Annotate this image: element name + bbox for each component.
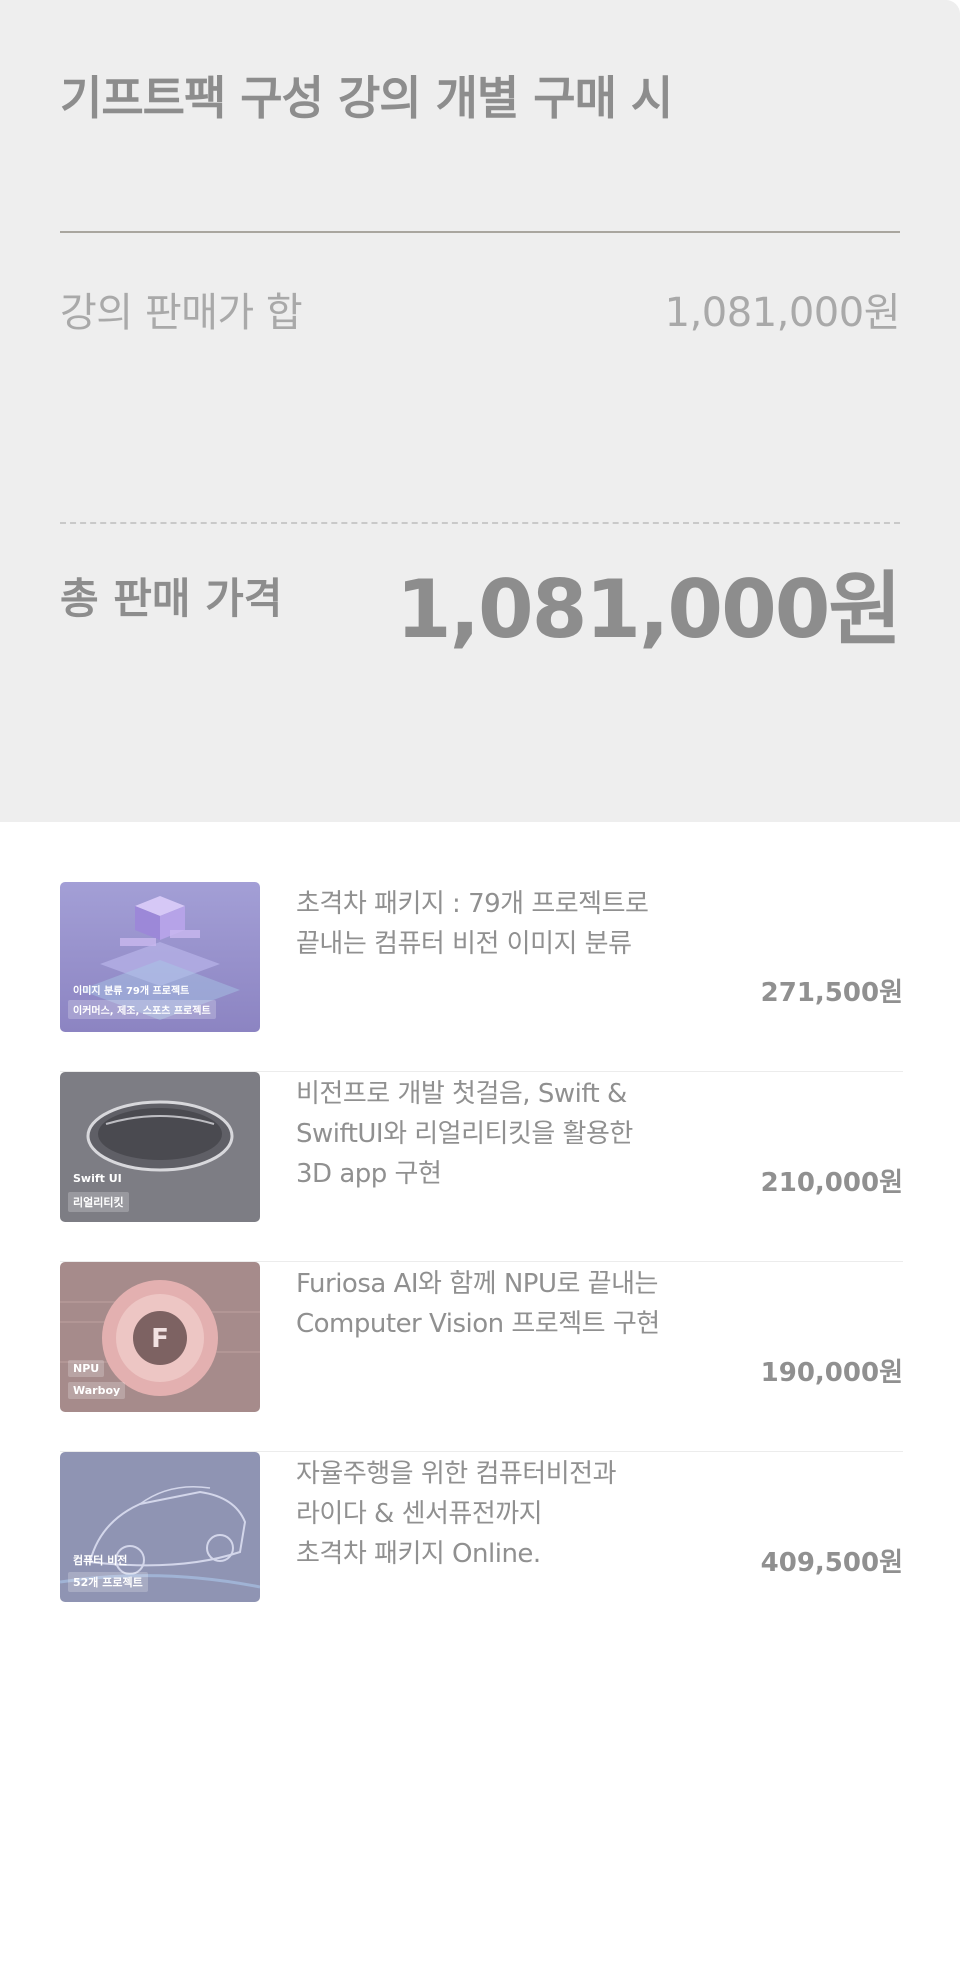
course-title-line: 초격차 패키지 : 79개 프로젝트로 bbox=[296, 889, 649, 919]
course-title-line: 자율주행을 위한 컴퓨터비전과 bbox=[296, 1459, 617, 1489]
course-title-line: 끝내는 컴퓨터 비전 이미지 분류 bbox=[296, 929, 632, 959]
subtotal-label: 강의 판매가 합 bbox=[60, 290, 303, 336]
course-title-line: SwiftUI와 리얼리티킷을 활용한 bbox=[296, 1119, 633, 1149]
subtotal-value: 1,081,000원 bbox=[664, 290, 901, 336]
thumbnail-tag: Warboy bbox=[68, 1382, 126, 1399]
thumbnail-tag: NPU bbox=[68, 1360, 105, 1377]
course-thumbnail: Swift UI 리얼리티킷 bbox=[60, 1072, 260, 1222]
thumbnail-tag: 리얼리티킷 bbox=[68, 1192, 129, 1212]
thumbnail-tag: 52개 프로젝트 bbox=[68, 1572, 148, 1592]
course-thumbnail: 컴퓨터 비전 52개 프로젝트 bbox=[60, 1452, 260, 1602]
course-title-line: Computer Vision 프로젝트 구현 bbox=[296, 1309, 660, 1339]
summary-title: 기프트팩 구성 강의 개별 구매 시 bbox=[60, 71, 673, 125]
course-title: 자율주행을 위한 컴퓨터비전과 라이다 & 센서퓨전까지 초격차 패키지 Onl… bbox=[296, 1454, 696, 1574]
course-price: 409,500원 bbox=[760, 1548, 903, 1578]
course-title-line: 초격차 패키지 Online. bbox=[296, 1539, 541, 1569]
thumbnail-tag: 이커머스, 제조, 스포츠 프로젝트 bbox=[68, 1000, 216, 1019]
course-price: 190,000원 bbox=[760, 1358, 903, 1388]
summary-divider bbox=[60, 231, 900, 233]
price-summary-panel: 기프트팩 구성 강의 개별 구매 시 강의 판매가 합 1,081,000원 총… bbox=[0, 0, 960, 822]
thumbnail-tag: Swift UI bbox=[73, 1172, 122, 1185]
course-item[interactable]: Swift UI 리얼리티킷 비전프로 개발 첫걸음, Swift & Swif… bbox=[60, 1072, 903, 1262]
course-title-line: Furiosa AI와 함께 NPU로 끝내는 bbox=[296, 1269, 658, 1299]
thumbnail-tag: 이미지 분류 79개 프로젝트 bbox=[73, 986, 190, 997]
course-thumbnail: F NPU Warboy bbox=[60, 1262, 260, 1412]
course-title: 초격차 패키지 : 79개 프로젝트로 끝내는 컴퓨터 비전 이미지 분류 bbox=[296, 884, 696, 964]
course-thumbnail: 이미지 분류 79개 프로젝트 이커머스, 제조, 스포츠 프로젝트 bbox=[60, 882, 260, 1032]
total-label: 총 판매 가격 bbox=[60, 574, 283, 623]
total-divider bbox=[60, 522, 900, 524]
course-item[interactable]: 이미지 분류 79개 프로젝트 이커머스, 제조, 스포츠 프로젝트 초격차 패… bbox=[60, 882, 903, 1072]
total-value: 1,081,000원 bbox=[395, 563, 902, 656]
thumbnail-tag: 컴퓨터 비전 bbox=[73, 1554, 128, 1567]
course-title-line: 비전프로 개발 첫걸음, Swift & bbox=[296, 1079, 627, 1109]
course-title: 비전프로 개발 첫걸음, Swift & SwiftUI와 리얼리티킷을 활용한… bbox=[296, 1074, 696, 1194]
course-title-line: 3D app 구현 bbox=[296, 1159, 442, 1189]
course-title-line: 라이다 & 센서퓨전까지 bbox=[296, 1499, 543, 1529]
course-item[interactable]: F NPU Warboy Furiosa AI와 함께 NPU로 끝내는 Com… bbox=[60, 1262, 903, 1452]
furiosa-logo: F bbox=[151, 1324, 169, 1354]
course-title: Furiosa AI와 함께 NPU로 끝내는 Computer Vision … bbox=[296, 1264, 696, 1344]
course-item[interactable]: 컴퓨터 비전 52개 프로젝트 자율주행을 위한 컴퓨터비전과 라이다 & 센서… bbox=[60, 1452, 903, 1622]
course-price: 210,000원 bbox=[760, 1168, 903, 1198]
course-price: 271,500원 bbox=[760, 978, 903, 1008]
